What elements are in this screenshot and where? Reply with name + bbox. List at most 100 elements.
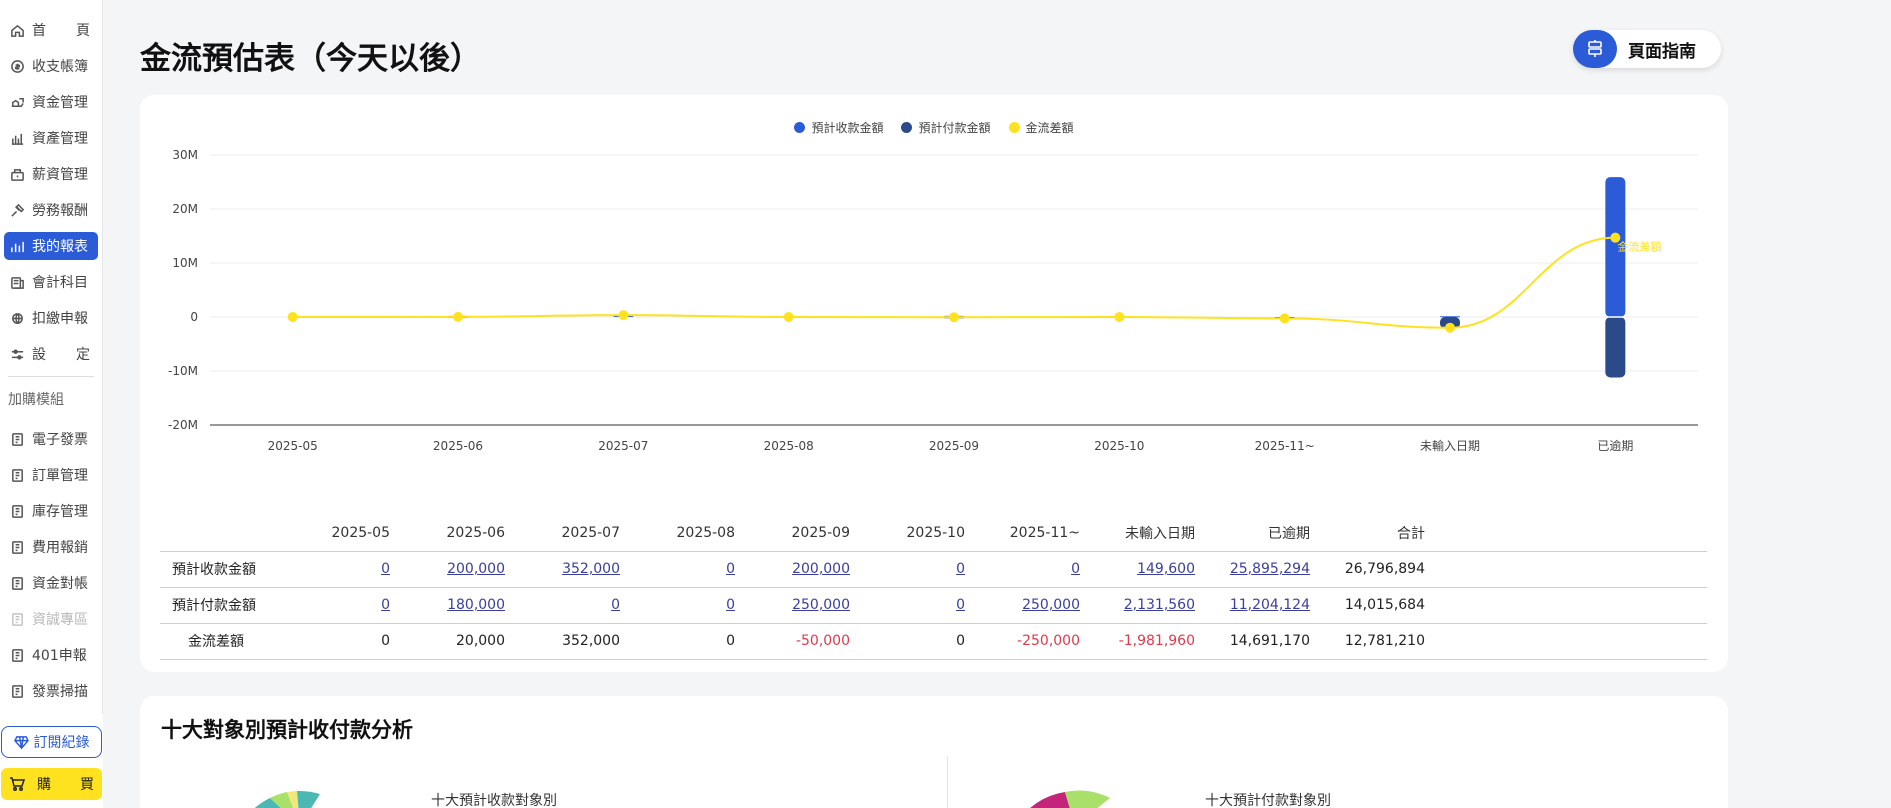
amount-link[interactable]: 200,000 (792, 561, 850, 577)
table-cell: 250,000 (735, 586, 850, 623)
sidebar-item-1[interactable]: 電子發票 (4, 425, 98, 453)
line-point[interactable] (1445, 322, 1455, 333)
pie-slice[interactable] (1065, 790, 1110, 808)
sidebar-item-5[interactable]: 薪資管理 (4, 160, 98, 188)
amount-link[interactable]: 11,204,124 (1230, 597, 1310, 613)
cashflow-card: 預計收款金額 預計付款金額 金流差額 30M 20M 10M 0 -10M -20M 2025-… (140, 95, 1728, 672)
row-label: 金流差額 (160, 622, 275, 660)
amount-link[interactable]: 0 (956, 561, 965, 577)
section-title: 十大對象別預計收付款分析 (161, 718, 413, 742)
table-cell: 200,000 (735, 550, 850, 587)
addon-section-label: 加購模組 (8, 392, 64, 408)
line-point[interactable] (783, 312, 794, 322)
table-cell: 0 (850, 622, 965, 660)
sidebar-item-8[interactable]: 發票掃描 (4, 677, 98, 705)
withholding-icon (8, 309, 26, 327)
column-header: 2025-11~ (1009, 524, 1080, 541)
column-header: 2025-10 (906, 524, 966, 541)
line-point[interactable] (949, 312, 959, 323)
sidebar-item-5[interactable]: 資金對帳 (4, 569, 98, 597)
line-point[interactable] (453, 311, 463, 322)
sidebar-item-4[interactable]: 費用報銷 (4, 533, 98, 561)
report-chart-icon (8, 237, 26, 255)
column-header: 2025-05 (331, 524, 391, 541)
x-tick-label: 2025-05 (268, 439, 318, 453)
amount-link[interactable]: 0 (381, 597, 390, 613)
sidebar-item-2[interactable]: 收支帳簿 (4, 52, 98, 80)
x-tick-label: 2025-09 (929, 439, 979, 453)
sidebar-bottom: 訂閱紀錄 購買 (0, 714, 103, 808)
bar[interactable] (1605, 317, 1626, 378)
doc-icon (8, 538, 26, 556)
asset-icon (8, 129, 26, 147)
amount-link[interactable]: 250,000 (792, 597, 850, 613)
sidebar-item-label: 電子發票 (32, 432, 88, 448)
table-cell: 0 (850, 586, 965, 623)
amount-link[interactable]: 0 (726, 597, 735, 613)
row-label: 預計收款金額 (160, 550, 275, 587)
line-point[interactable] (1279, 313, 1290, 324)
y-tick-label: 10M (172, 256, 198, 270)
sidebar-item-label: 401申報 (32, 648, 87, 664)
buy-label: 購買 (37, 777, 94, 793)
sidebar-item-9[interactable]: 扣繳申報 (4, 304, 98, 332)
cashflow-chart: 30M 20M 10M 0 -10M -20M 2025-05 2025-06 2025-07 2… (168, 148, 1698, 453)
sidebar-addon-nav: 電子發票 訂單管理 庫存管理 費用報銷 資金對帳 資誠專區 401申報 發票掃描 (0, 425, 102, 705)
line-point[interactable] (1114, 312, 1125, 322)
fund-icon (8, 93, 26, 111)
labor-icon (8, 201, 26, 219)
amount-link[interactable]: 0 (611, 597, 620, 613)
payable-pie-chart (1030, 790, 1110, 808)
cart-icon (10, 777, 25, 791)
salary-icon (8, 165, 26, 183)
table-cell: 0 (275, 550, 390, 587)
line-point[interactable] (287, 312, 298, 322)
table-cell: -1,981,960 (1080, 622, 1195, 660)
table-cell: 250,000 (965, 586, 1080, 623)
pie-slice[interactable] (297, 790, 320, 808)
sidebar-item-7[interactable]: 我的報表 (4, 232, 98, 260)
table-cell: 20,000 (390, 622, 505, 660)
x-tick-label: 2025-06 (433, 439, 483, 453)
x-tick-label: 已逾期 (1597, 438, 1633, 453)
buy-button[interactable]: 購買 (1, 768, 102, 800)
line-point[interactable] (618, 310, 629, 321)
sidebar-item-8[interactable]: 會計科目 (4, 268, 98, 296)
diamond-icon (13, 735, 29, 749)
x-tick-label: 2025-08 (764, 439, 814, 453)
amount-link[interactable]: 0 (1071, 561, 1080, 577)
sidebar-item-1[interactable]: 首頁 (4, 16, 98, 44)
sidebar-item-3[interactable]: 庫存管理 (4, 497, 98, 525)
table-cell: 0 (620, 550, 735, 587)
amount-link[interactable]: 0 (381, 561, 390, 577)
sidebar-item-3[interactable]: 資金管理 (4, 88, 98, 116)
sidebar-item-10[interactable]: 設定 (4, 340, 98, 368)
amount-link[interactable]: 352,000 (562, 561, 620, 577)
amount-link[interactable]: 200,000 (447, 561, 505, 577)
page-guide-button[interactable]: 頁面指南 (1573, 30, 1721, 68)
sidebar-item-label: 扣繳申報 (32, 311, 88, 327)
amount-link[interactable]: 25,895,294 (1230, 561, 1310, 577)
amount-link[interactable]: 0 (956, 597, 965, 613)
sidebar-item-label: 設定 (32, 347, 90, 363)
column-header: 2025-07 (561, 524, 621, 541)
amount-link[interactable]: 149,600 (1137, 561, 1195, 577)
subscription-record-button[interactable]: 訂閱紀錄 (1, 726, 102, 758)
amount-link[interactable]: 250,000 (1022, 597, 1080, 613)
column-header (160, 515, 275, 551)
amount-link[interactable]: 180,000 (447, 597, 505, 613)
table-cell: 352,000 (505, 622, 620, 660)
table-cell: -250,000 (965, 622, 1080, 660)
subscription-record-label: 訂閱紀錄 (33, 735, 90, 751)
amount-link[interactable]: 0 (726, 561, 735, 577)
sidebar-item-label: 收支帳簿 (32, 59, 88, 75)
sidebar-item-6[interactable]: 勞務報酬 (4, 196, 98, 224)
table-cell: 14,691,170 (1195, 622, 1310, 660)
settings-sliders-icon (8, 345, 26, 363)
doc-icon (8, 502, 26, 520)
sidebar-item-4[interactable]: 資產管理 (4, 124, 98, 152)
sidebar-item-7[interactable]: 401申報 (4, 641, 98, 669)
sidebar-item-2[interactable]: 訂單管理 (4, 461, 98, 489)
row-total: 26,796,894 (1310, 550, 1425, 587)
amount-link[interactable]: 2,131,560 (1124, 597, 1195, 613)
